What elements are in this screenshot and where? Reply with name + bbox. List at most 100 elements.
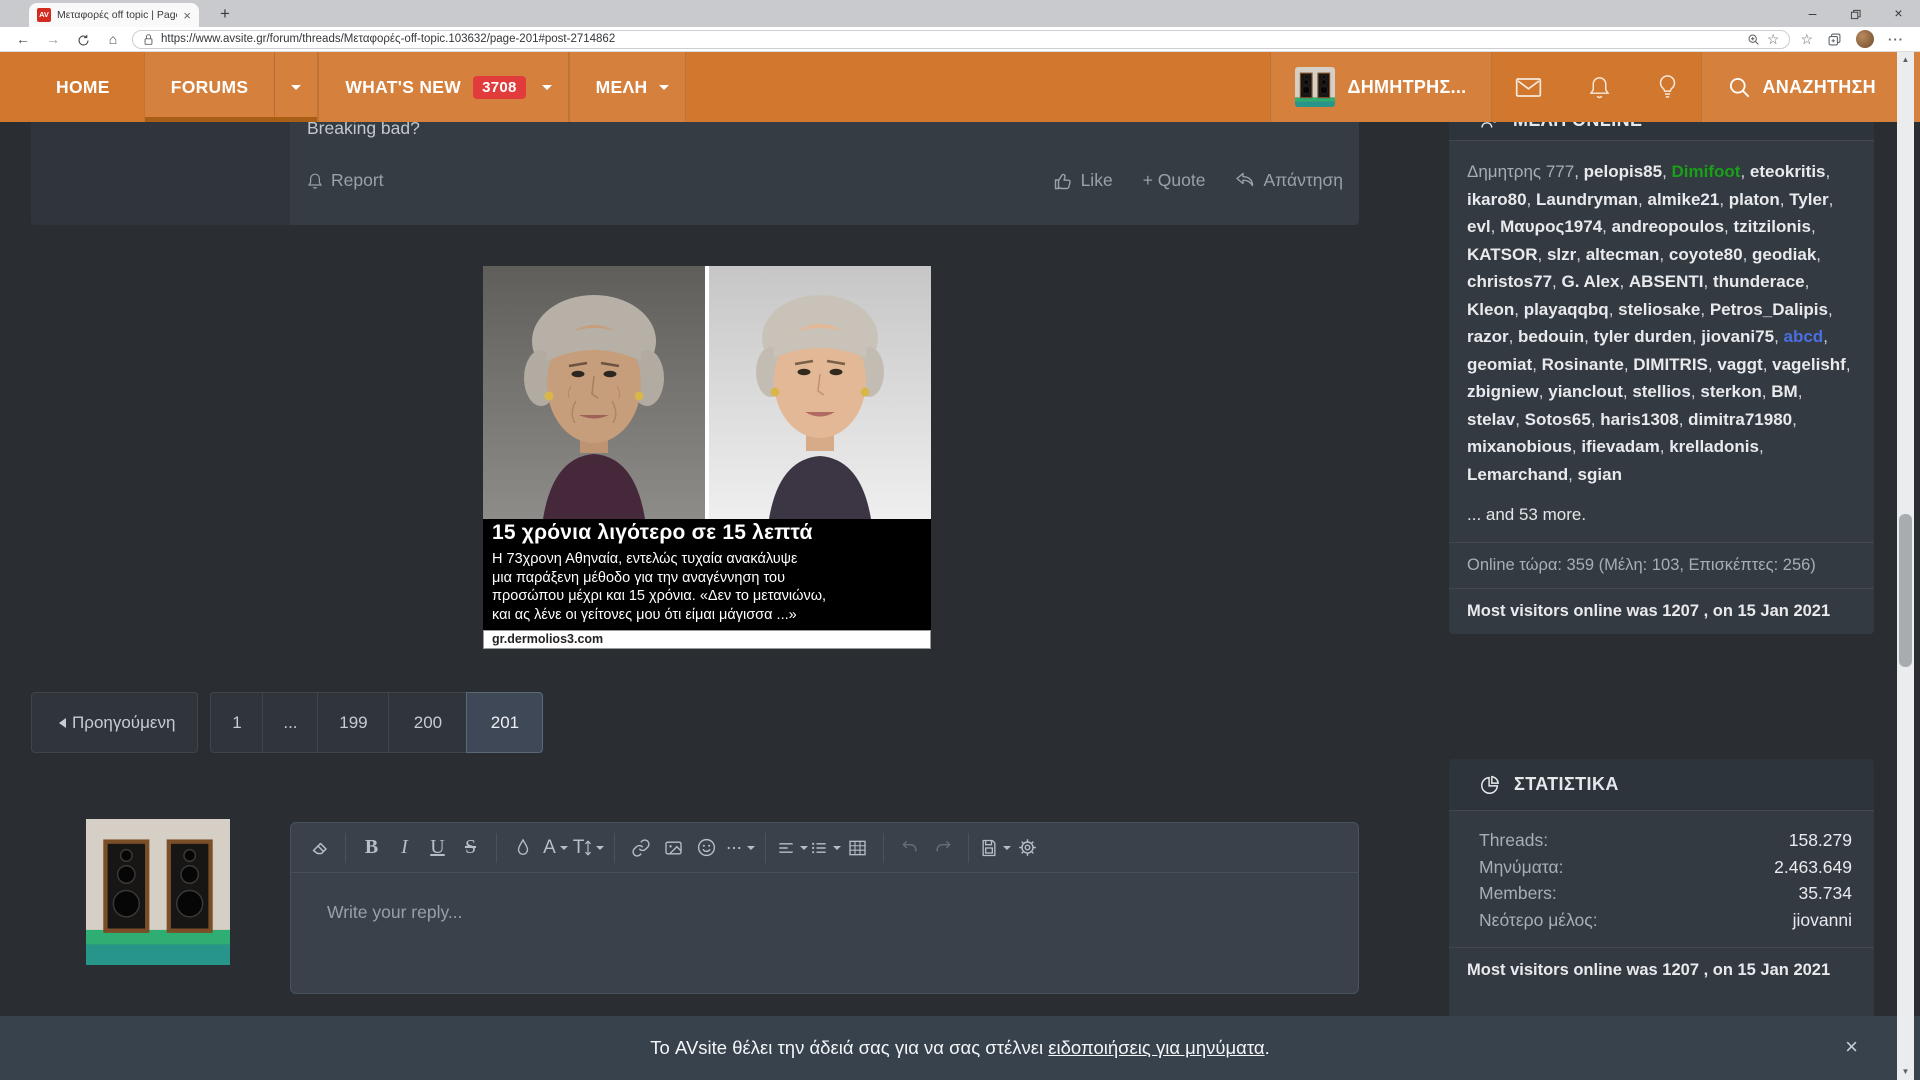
chevron-down-icon[interactable] bbox=[526, 80, 568, 95]
list-button[interactable] bbox=[808, 831, 841, 865]
close-icon[interactable]: × bbox=[1877, 0, 1920, 27]
member-name[interactable]: mixanobious bbox=[1467, 437, 1572, 456]
quote-button[interactable]: + Quote bbox=[1143, 170, 1206, 191]
member-name[interactable]: geodiak bbox=[1752, 245, 1816, 264]
image-icon[interactable] bbox=[657, 831, 690, 865]
restore-icon[interactable] bbox=[1834, 0, 1877, 27]
minimize-icon[interactable]: – bbox=[1791, 0, 1834, 27]
pagination-page-200[interactable]: 200 bbox=[388, 692, 467, 753]
tab-close-icon[interactable]: × bbox=[183, 8, 191, 23]
member-name[interactable]: sterkon bbox=[1700, 382, 1761, 401]
nav-user-menu[interactable]: ΔΗΜΗΤΡΗΣ... bbox=[1270, 52, 1491, 122]
browser-tab[interactable]: AV Μεταφορές off topic | Page 201 × bbox=[29, 3, 199, 27]
back-icon[interactable]: ← bbox=[8, 31, 38, 47]
nav-members[interactable]: ΜΕΛΗ bbox=[569, 52, 687, 122]
refresh-icon[interactable] bbox=[68, 31, 98, 47]
pagination-ellipsis[interactable]: ... bbox=[262, 692, 318, 753]
underline-button[interactable]: U bbox=[421, 831, 454, 865]
member-name[interactable]: steliosake bbox=[1618, 300, 1700, 319]
more-icon[interactable]: ··· bbox=[1888, 32, 1904, 47]
member-name[interactable]: christos77 bbox=[1467, 272, 1552, 291]
nav-search[interactable]: ΑΝΑΖΗΤΗΣΗ bbox=[1701, 52, 1920, 122]
member-name[interactable]: Δημητρης 777 bbox=[1467, 162, 1574, 181]
member-name[interactable]: yianclout bbox=[1548, 382, 1623, 401]
member-name[interactable]: tzitzilonis bbox=[1733, 217, 1810, 236]
member-name[interactable]: platon bbox=[1729, 190, 1780, 209]
member-name[interactable]: sgian bbox=[1578, 465, 1622, 484]
member-name[interactable]: DIMITRIS bbox=[1633, 355, 1708, 374]
member-name[interactable]: Dimifoot bbox=[1672, 162, 1741, 181]
home-icon[interactable]: ⌂ bbox=[98, 31, 128, 47]
member-name[interactable]: altecman bbox=[1586, 245, 1660, 264]
notification-link[interactable]: ειδοποιήσεις για μηνύματα bbox=[1048, 1037, 1264, 1058]
member-name[interactable]: playaqqbq bbox=[1524, 300, 1609, 319]
reply-input[interactable]: Write your reply... bbox=[291, 873, 1358, 923]
favorites-bar-icon[interactable]: ☆ bbox=[1800, 31, 1813, 48]
member-name[interactable]: Sotos65 bbox=[1525, 410, 1591, 429]
font-family-button[interactable]: A bbox=[539, 831, 572, 865]
member-name[interactable]: ABSENTI bbox=[1629, 272, 1704, 291]
pagination-page-199[interactable]: 199 bbox=[317, 692, 389, 753]
reply-user-avatar[interactable] bbox=[86, 819, 230, 965]
member-name[interactable]: ifievadam bbox=[1581, 437, 1659, 456]
member-name[interactable]: Rosinante bbox=[1542, 355, 1624, 374]
member-name[interactable]: abcd bbox=[1784, 327, 1824, 346]
member-name[interactable]: Petros_Dalipis bbox=[1710, 300, 1828, 319]
notification-close-icon[interactable]: × bbox=[1845, 1034, 1858, 1060]
member-name[interactable]: vaggt bbox=[1717, 355, 1762, 374]
lock-icon[interactable] bbox=[143, 33, 154, 46]
member-name[interactable]: haris1308 bbox=[1600, 410, 1678, 429]
member-name[interactable]: zbigniew bbox=[1467, 382, 1539, 401]
drafts-icon[interactable] bbox=[978, 831, 1011, 865]
redo-icon[interactable] bbox=[926, 831, 959, 865]
member-name[interactable]: Tyler bbox=[1789, 190, 1828, 209]
pagination-page-current[interactable]: 201 bbox=[466, 692, 543, 753]
mail-icon[interactable] bbox=[1492, 52, 1565, 122]
member-name[interactable]: geomiat bbox=[1467, 355, 1532, 374]
post-image[interactable]: 15 χρόνια λιγότερο σε 15 λεπτά Η 73χρονη… bbox=[483, 266, 931, 649]
member-name[interactable]: G. Alex bbox=[1562, 272, 1620, 291]
member-name[interactable]: pelopis85 bbox=[1584, 162, 1662, 181]
member-name[interactable]: coyote80 bbox=[1669, 245, 1743, 264]
strikethrough-button[interactable]: S bbox=[454, 831, 487, 865]
report-button[interactable]: Report bbox=[307, 170, 384, 191]
alignment-button[interactable] bbox=[775, 831, 808, 865]
scrollbar-thumb[interactable] bbox=[1899, 514, 1912, 667]
like-button[interactable]: Like bbox=[1053, 170, 1113, 191]
chevron-down-icon[interactable] bbox=[657, 80, 685, 95]
member-name[interactable]: KATSOR bbox=[1467, 245, 1538, 264]
member-name[interactable]: stelav bbox=[1467, 410, 1515, 429]
nav-forums[interactable]: FORUMS bbox=[144, 52, 319, 122]
member-name[interactable]: vagelishf bbox=[1772, 355, 1846, 374]
scroll-down-icon[interactable]: ▼ bbox=[1897, 1064, 1914, 1080]
italic-button[interactable]: I bbox=[388, 831, 421, 865]
reply-button[interactable]: Απάντηση bbox=[1235, 170, 1343, 191]
member-name[interactable]: stellios bbox=[1632, 382, 1691, 401]
url-input[interactable] bbox=[161, 33, 1740, 45]
member-name[interactable]: almike21 bbox=[1647, 190, 1719, 209]
bold-button[interactable]: B bbox=[355, 831, 388, 865]
member-name[interactable]: andreopoulos bbox=[1612, 217, 1724, 236]
chevron-down-icon[interactable] bbox=[275, 80, 317, 95]
zoom-icon[interactable] bbox=[1747, 33, 1760, 46]
member-name[interactable]: krelladonis bbox=[1669, 437, 1759, 456]
collections-icon[interactable] bbox=[1827, 32, 1842, 47]
emoji-icon[interactable] bbox=[690, 831, 723, 865]
member-name[interactable]: slzr bbox=[1547, 245, 1576, 264]
member-name[interactable]: bedouin bbox=[1518, 327, 1584, 346]
member-name[interactable]: Laundryman bbox=[1536, 190, 1638, 209]
member-name[interactable]: dimitra71980 bbox=[1688, 410, 1792, 429]
table-icon[interactable] bbox=[841, 831, 874, 865]
member-name[interactable]: evl bbox=[1467, 217, 1491, 236]
font-size-button[interactable]: T bbox=[572, 831, 605, 865]
member-name[interactable]: thunderace bbox=[1713, 272, 1805, 291]
add-favorite-icon[interactable]: ☆ bbox=[1767, 31, 1780, 48]
member-name[interactable]: tyler durden bbox=[1594, 327, 1692, 346]
link-icon[interactable] bbox=[624, 831, 657, 865]
forward-icon[interactable]: → bbox=[38, 31, 68, 47]
scroll-up-icon[interactable]: ▲ bbox=[1897, 52, 1914, 68]
settings-gear-icon[interactable] bbox=[1011, 831, 1044, 865]
nav-whats-new[interactable]: WHAT'S NEW 3708 bbox=[318, 52, 568, 122]
member-name[interactable]: razor bbox=[1467, 327, 1509, 346]
new-tab-icon[interactable]: + bbox=[213, 4, 237, 24]
